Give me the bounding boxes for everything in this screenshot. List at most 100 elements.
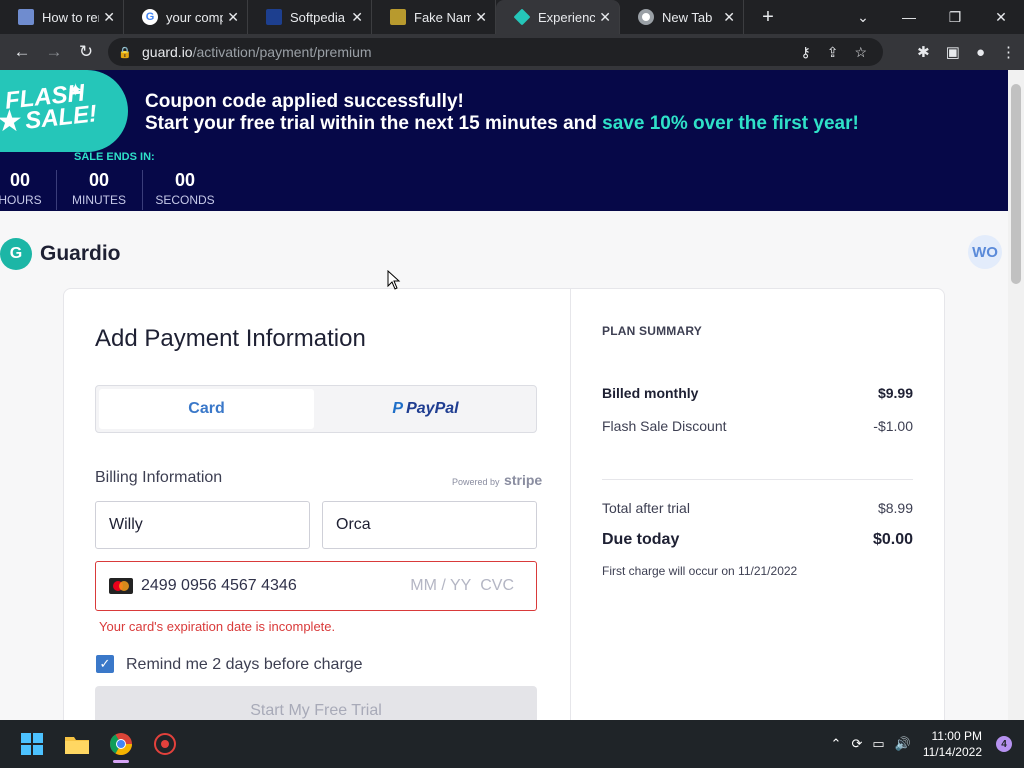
tab-favicon-icon [390,9,406,25]
tab-card[interactable]: Card [99,389,314,429]
page-scrollbar[interactable] [1008,70,1024,720]
timer-seconds: 00 SECONDS [155,170,215,207]
powered-by-stripe: Powered by stripe [452,472,543,488]
address-toolbar: ← → ↻ 🔒 guard.io/activation/payment/prem… [0,34,1024,70]
close-window-icon[interactable]: ✕ [978,9,1024,26]
guardio-favicon-icon [513,8,531,26]
reload-icon[interactable]: ↻ [70,42,102,62]
payment-method-selector: Card P PayPal [95,385,537,433]
menu-kebab-icon[interactable]: ⋮ [1001,43,1016,61]
windows-start-icon[interactable] [18,730,46,758]
extensions-puzzle-icon[interactable]: ✱ [917,43,930,61]
tab-search-icon[interactable]: ⌄ [840,9,886,26]
remind-label[interactable]: Remind me 2 days before charge [126,656,363,674]
chrome-taskbar-icon[interactable] [107,730,135,763]
clock[interactable]: 11:00 PM 11/14/2022 [923,728,982,760]
tab-title: Softpedia - [290,9,348,25]
browser-tab-active[interactable]: Experience✕ [496,0,620,34]
scrollbar-thumb[interactable] [1011,84,1021,284]
discount-row: Flash Sale Discount -$1.00 [602,418,913,434]
url-domain: guard.io [142,44,193,60]
expiry-field[interactable]: MM / YY [410,577,471,594]
maximize-icon[interactable]: ❐ [932,9,978,26]
file-explorer-icon[interactable] [63,730,91,758]
tab-favicon-icon [266,9,282,25]
star-icon: ✦ [68,80,84,100]
google-favicon-icon: G [142,9,158,25]
profile-icon[interactable]: ● [976,44,985,61]
paypal-logo-icon: P [392,400,404,417]
tab-title: Experience [538,9,596,25]
cvc-field[interactable]: CVC [480,577,514,594]
payment-panel: Add Payment Information Card P PayPal Bil… [63,288,945,720]
lock-icon[interactable]: 🔒 [118,46,132,59]
bookmark-star-icon[interactable]: ☆ [854,44,867,61]
tab-title: New Tab [662,9,713,25]
tab-title: Fake Name [414,9,472,25]
total-row: Total after trial $8.99 [602,500,913,516]
trial-message: Start your free trial within the next 15… [145,113,859,134]
billing-info-label: Billing Information [95,469,223,486]
page-content: FLASH SALE! ★ ✦ Coupon code applied succe… [0,70,1008,720]
last-name-field[interactable]: Orca [322,501,537,549]
url-bar[interactable]: 🔒 guard.io/activation/payment/premium ⚷ … [108,38,883,66]
save-highlight: save 10% over the first year! [602,113,859,134]
guardio-shield-icon: G [0,238,32,270]
remind-checkbox[interactable]: ✓ [96,655,114,673]
taskbar: ⌃ ⟳ ▭ 🔊 11:00 PM 11/14/2022 4 [0,720,1024,768]
timer-minutes: 00 MINUTES [72,170,126,207]
tab-favicon-icon [18,9,34,25]
card-number-value: 2499 0956 4567 4346 [141,577,297,594]
guardio-logo[interactable]: G Guardio [0,238,121,270]
sync-icon[interactable]: ⟳ [851,736,862,752]
tab-paypal[interactable]: P PayPal [318,389,533,429]
browser-tab-strip: How to rem✕ Gyour compu✕ Softpedia -✕ Fa… [0,0,1024,34]
first-charge-note: First charge will occur on 11/21/2022 [602,564,798,578]
url-path: /activation/payment/premium [192,44,372,60]
flash-sale-badge: FLASH SALE! ★ ✦ [0,70,128,152]
side-panel-icon[interactable]: ▣ [946,43,960,61]
user-avatar[interactable]: WO [968,235,1002,269]
close-tab-icon[interactable]: ✕ [475,9,487,26]
close-tab-icon[interactable]: ✕ [351,9,363,26]
browser-tab[interactable]: Fake Name✕ [372,0,496,34]
coupon-message: Coupon code applied successfully! [145,91,464,112]
summary-divider [602,479,913,480]
panel-divider [570,289,571,720]
page-title: Add Payment Information [95,325,366,352]
mouse-cursor-icon [387,270,401,290]
key-icon[interactable]: ⚷ [800,44,810,61]
window-controls: ⌄ — ❐ ✕ [840,0,1024,34]
start-trial-button[interactable]: Start My Free Trial [95,686,537,720]
timer-divider [142,170,143,210]
network-icon[interactable]: ▭ [872,736,884,752]
flash-sale-banner: FLASH SALE! ★ ✦ Coupon code applied succe… [0,70,1008,211]
active-app-indicator [113,760,129,763]
browser-tab[interactable]: Gyour compu✕ [124,0,248,34]
card-error-message: Your card's expiration date is incomplet… [99,619,336,634]
tray-overflow-icon[interactable]: ⌃ [831,736,842,752]
card-number-field[interactable]: 2499 0956 4567 4346 MM / YY CVC [95,561,537,611]
close-tab-icon[interactable]: ✕ [723,9,735,26]
notification-badge[interactable]: 4 [996,736,1012,752]
new-tab-icon[interactable]: + [756,6,780,29]
close-tab-icon[interactable]: ✕ [599,9,611,26]
close-tab-icon[interactable]: ✕ [227,9,239,26]
back-icon[interactable]: ← [6,42,38,62]
browser-tab[interactable]: How to rem✕ [0,0,124,34]
minimize-icon[interactable]: — [886,9,932,25]
browser-tab[interactable]: Softpedia - ✕ [248,0,372,34]
timer-hours: 00 HOURS [0,170,42,207]
checkmark-icon: ✓ [99,656,111,671]
first-name-field[interactable]: Willy [95,501,310,549]
share-icon[interactable]: ⇪ [827,44,839,61]
forward-icon[interactable]: → [38,42,70,62]
browser-tab[interactable]: New Tab ✕ [620,0,744,34]
mastercard-icon [109,578,133,594]
volume-icon[interactable]: 🔊 [895,736,911,752]
brand-name: Guardio [40,242,121,265]
antivirus-app-icon[interactable] [151,730,179,758]
close-tab-icon[interactable]: ✕ [103,9,115,26]
due-today-row: Due today $0.00 [602,531,913,548]
tab-title: your compu [166,9,224,25]
